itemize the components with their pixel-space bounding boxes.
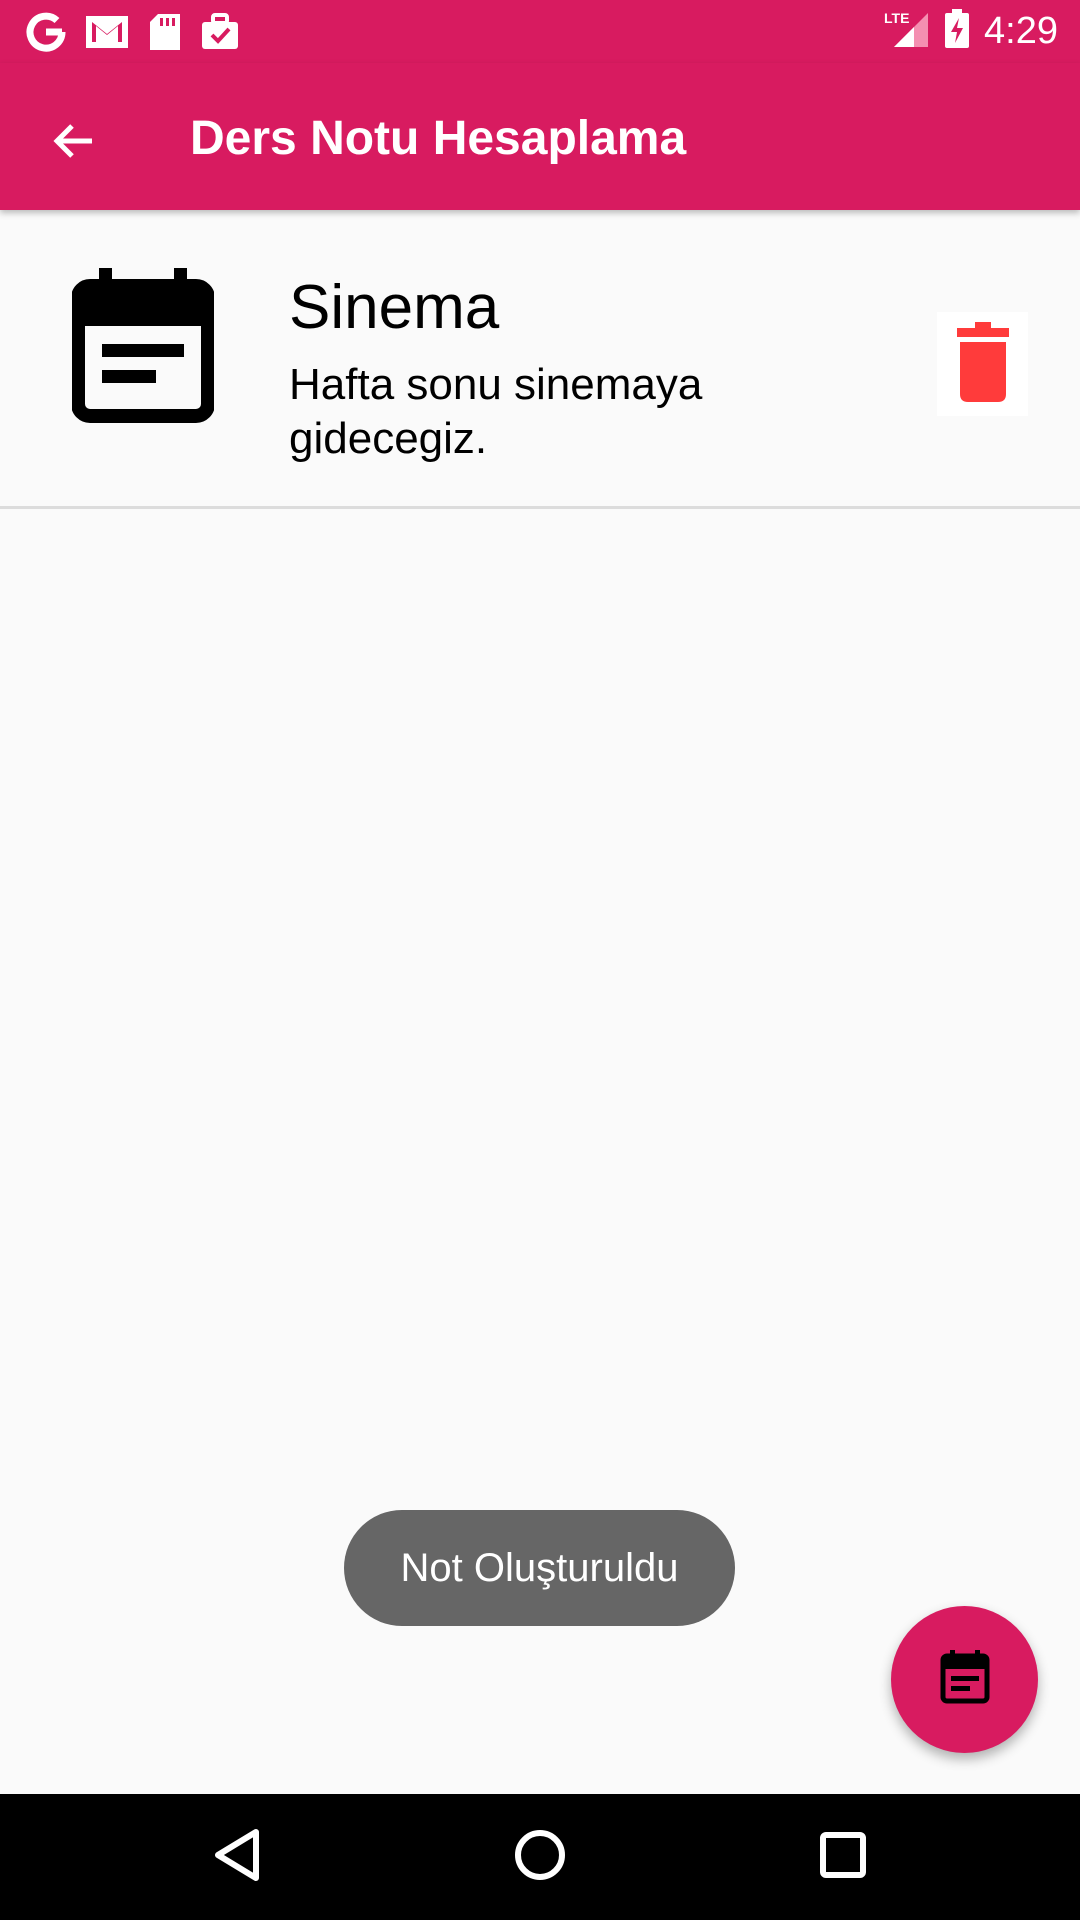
event-note-icon bbox=[71, 268, 215, 433]
svg-text:LTE: LTE bbox=[884, 10, 909, 26]
list-item[interactable]: Sinema Hafta sonu sinemaya gidecegiz. bbox=[0, 210, 1080, 509]
notification-icons bbox=[26, 10, 240, 54]
back-triangle-icon bbox=[212, 1828, 262, 1887]
recents-square-icon bbox=[818, 1830, 868, 1885]
system-status: LTE 4:29 bbox=[884, 8, 1058, 54]
signal-icon: LTE bbox=[884, 9, 930, 54]
delete-button[interactable] bbox=[937, 312, 1028, 416]
note-description: Hafta sonu sinemaya gidecegiz. bbox=[289, 360, 703, 463]
note-title: Sinema bbox=[289, 273, 500, 342]
navigation-bar bbox=[0, 1794, 1080, 1920]
google-icon bbox=[26, 12, 66, 52]
trash-icon bbox=[956, 321, 1009, 407]
add-note-button[interactable] bbox=[891, 1606, 1038, 1753]
page-title: Ders Notu Hesaplama bbox=[190, 112, 687, 165]
battery-charging-icon bbox=[944, 8, 970, 54]
nav-home-button[interactable] bbox=[505, 1822, 575, 1892]
event-note-icon bbox=[940, 1650, 990, 1709]
toast-message: Not Oluşturuldu bbox=[344, 1510, 735, 1626]
app-bar: Ders Notu Hesaplama bbox=[0, 63, 1080, 210]
nav-recents-button[interactable] bbox=[808, 1822, 878, 1892]
back-button[interactable] bbox=[34, 103, 114, 183]
arrow-back-icon bbox=[50, 117, 98, 170]
home-circle-icon bbox=[513, 1828, 567, 1887]
briefcase-check-icon bbox=[200, 12, 240, 52]
sd-card-icon bbox=[148, 12, 182, 52]
nav-back-button[interactable] bbox=[202, 1822, 272, 1892]
gmail-icon bbox=[84, 12, 130, 52]
clock: 4:29 bbox=[984, 9, 1058, 52]
status-bar: LTE 4:29 bbox=[0, 0, 1080, 63]
